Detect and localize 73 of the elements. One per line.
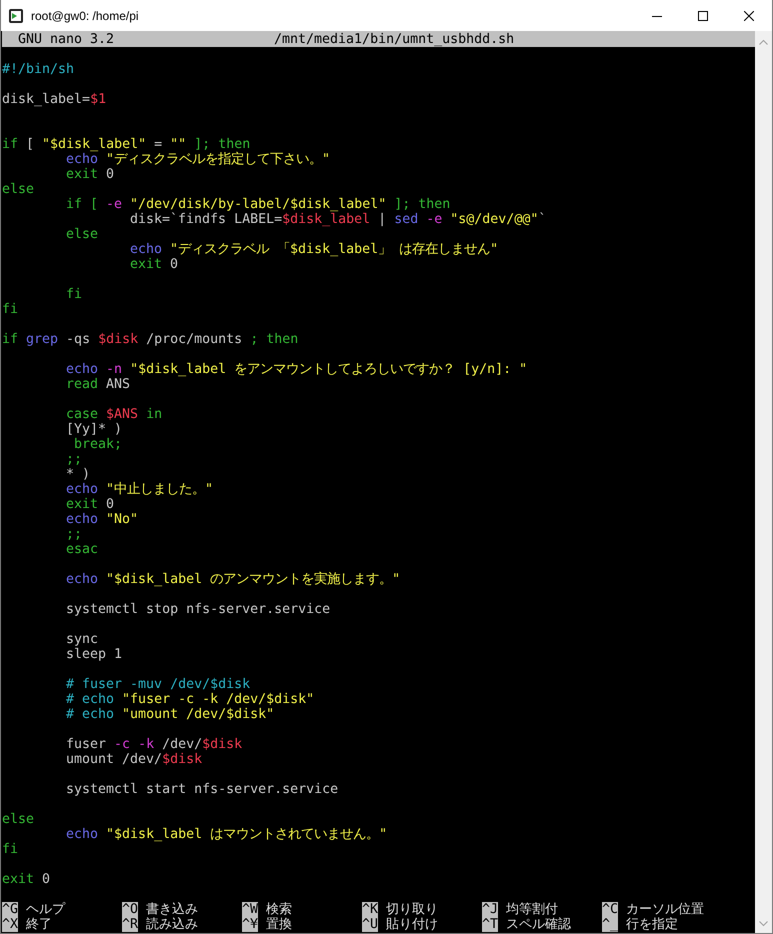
code-line: else (66, 227, 98, 242)
maximize-icon[interactable] (698, 10, 708, 20)
code-line: echo "$disk_label のアンマウントを実施します。" (66, 572, 400, 587)
shortcut-key: ^K (362, 902, 378, 917)
code-line: exit 0 (66, 167, 114, 182)
shortcut-key: ^J (482, 902, 498, 917)
code-line: fi (2, 302, 18, 317)
code-line: echo -n "$disk_label をアンマウントしてよろしいですか？ [y/n]: " (66, 362, 528, 377)
code-line: fuser -c -k /dev/$disk (66, 737, 242, 752)
code-line: read ANS (66, 377, 130, 392)
code-line: echo "$disk_label はマウントされていません。" (66, 827, 388, 842)
code-line: * ) (66, 467, 90, 482)
code-line: echo "No" (66, 512, 138, 527)
code-line: fi (66, 287, 82, 302)
shortcut-label: 置換 (266, 917, 292, 932)
code-line: else (2, 182, 34, 197)
code-line: if [ "$disk_label" = "" ]; then (2, 137, 250, 152)
code-line: ;; (66, 527, 82, 542)
code-line: if grep -qs $disk /proc/mounts ; then (2, 332, 298, 347)
close-icon[interactable] (744, 10, 754, 20)
scrollbar[interactable] (755, 31, 772, 933)
code-line: sleep 1 (66, 647, 122, 662)
shortcut-label: 検索 (266, 902, 292, 917)
code-line: umount /dev/$disk (66, 752, 202, 767)
shortcut-label: カーソル位置 (626, 902, 704, 917)
code-line: break; (73, 437, 122, 452)
code-line: # fuser -muv /dev/$disk (66, 677, 250, 692)
shortcut-label: 貼り付け (386, 917, 438, 932)
shortcut-label: スペル確認 (506, 917, 572, 932)
shortcut-key: ^C (602, 902, 618, 917)
shortcut-key: ^R (122, 917, 138, 932)
code-line: sync (66, 632, 98, 647)
code-line: ;; (66, 452, 82, 467)
scroll-up-icon[interactable] (759, 39, 768, 45)
shortcut-key: ^O (122, 902, 138, 917)
code-line: exit 0 (130, 257, 178, 272)
program-version: GNU nano 3.2 (18, 32, 116, 46)
shortcut-key: ^X (2, 917, 18, 932)
code-line: exit 0 (66, 497, 114, 512)
code-line: systemctl start nfs-server.service (66, 782, 338, 797)
shortcut-key: ^U (362, 917, 378, 932)
shortcut-label: 行を指定 (626, 917, 678, 932)
code-line: # echo "fuser -c -k /dev/$disk" (66, 692, 314, 707)
shortcut-key: ^¥ (242, 917, 258, 932)
terminal-icon (8, 8, 24, 24)
code-line: systemctl stop nfs-server.service (66, 602, 330, 617)
code-line: echo "ディスクラベルを指定して下さい。" (66, 152, 330, 167)
code-line: [Yy]* ) (66, 422, 122, 437)
shortcut-key: ^W (242, 902, 258, 917)
shortcut-label: 読み込み (146, 917, 198, 932)
code-line: esac (66, 542, 98, 557)
shortcut-key: ^_ (602, 917, 618, 932)
code-line: exit 0 (2, 872, 50, 887)
shortcut-label: 均等割付 (506, 902, 558, 917)
shortcut-key: ^T (482, 917, 498, 932)
code-line: fi (2, 842, 18, 857)
window-title: root@gw0: /home/pi (31, 8, 140, 22)
shortcut-label: 書き込み (146, 902, 198, 917)
code-line: if [ -e "/dev/disk/by-label/$disk_label" ]; then (66, 197, 450, 212)
shortcut-key: ^G (2, 902, 18, 917)
code-line: else (2, 812, 34, 827)
code-line: case $ANS in (66, 407, 162, 422)
shortcut-label: 終了 (26, 917, 52, 932)
shortcut-label: 切り取り (386, 902, 438, 917)
scroll-down-icon[interactable] (759, 921, 768, 927)
code-line: echo "ディスクラベル 「$disk_label」 は存在しません" (130, 242, 498, 257)
code-line: disk=`findfs LABEL=$disk_label | sed -e "s@/dev/@@"` (130, 212, 546, 227)
code-line: # echo "umount /dev/$disk" (66, 707, 274, 722)
file-path: /mnt/media1/bin/umnt_usbhdd.sh (274, 32, 514, 46)
code-line: #!/bin/sh (2, 62, 74, 77)
shortcut-label: ヘルプ (26, 902, 66, 917)
code-line: disk_label=$1 (2, 92, 106, 107)
code-line: echo "中止しました。" (66, 482, 214, 497)
